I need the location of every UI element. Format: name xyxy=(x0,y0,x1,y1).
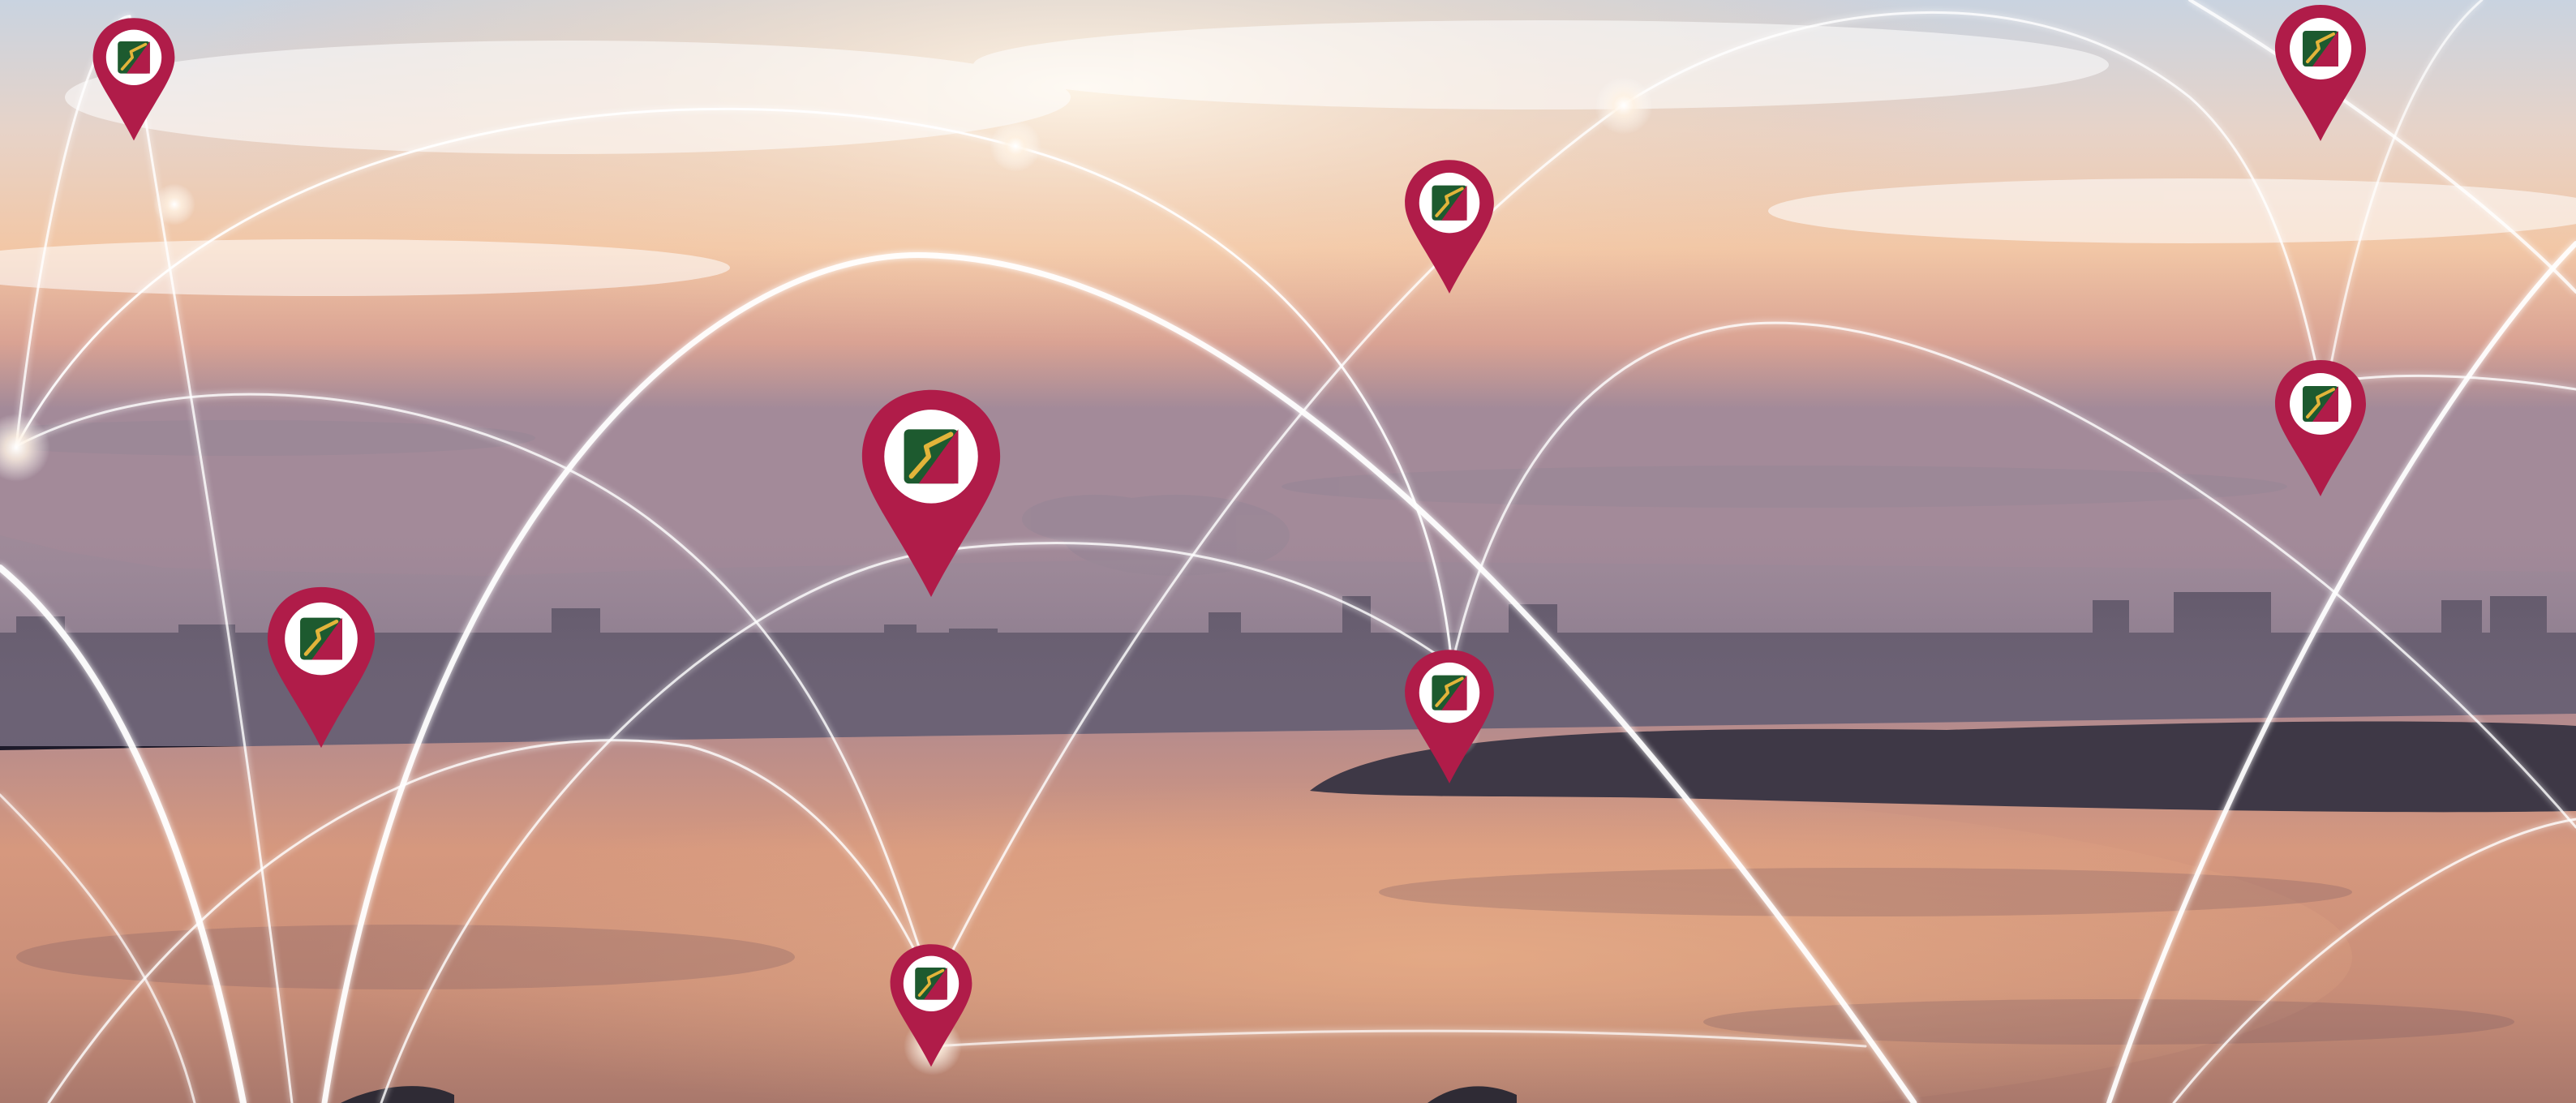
network-city-scene xyxy=(0,0,2576,1103)
map-pin-icon xyxy=(862,390,1000,597)
map-pin-icon xyxy=(1403,158,1496,295)
map-pin-icon xyxy=(268,587,375,748)
map-pin-icon xyxy=(1403,648,1496,785)
map-pin-icon xyxy=(91,16,177,143)
map-pin-icon xyxy=(2273,358,2368,498)
map-pin-icon xyxy=(2273,3,2368,143)
map-pin-icon xyxy=(888,942,974,1069)
map-pins xyxy=(91,3,2368,1069)
